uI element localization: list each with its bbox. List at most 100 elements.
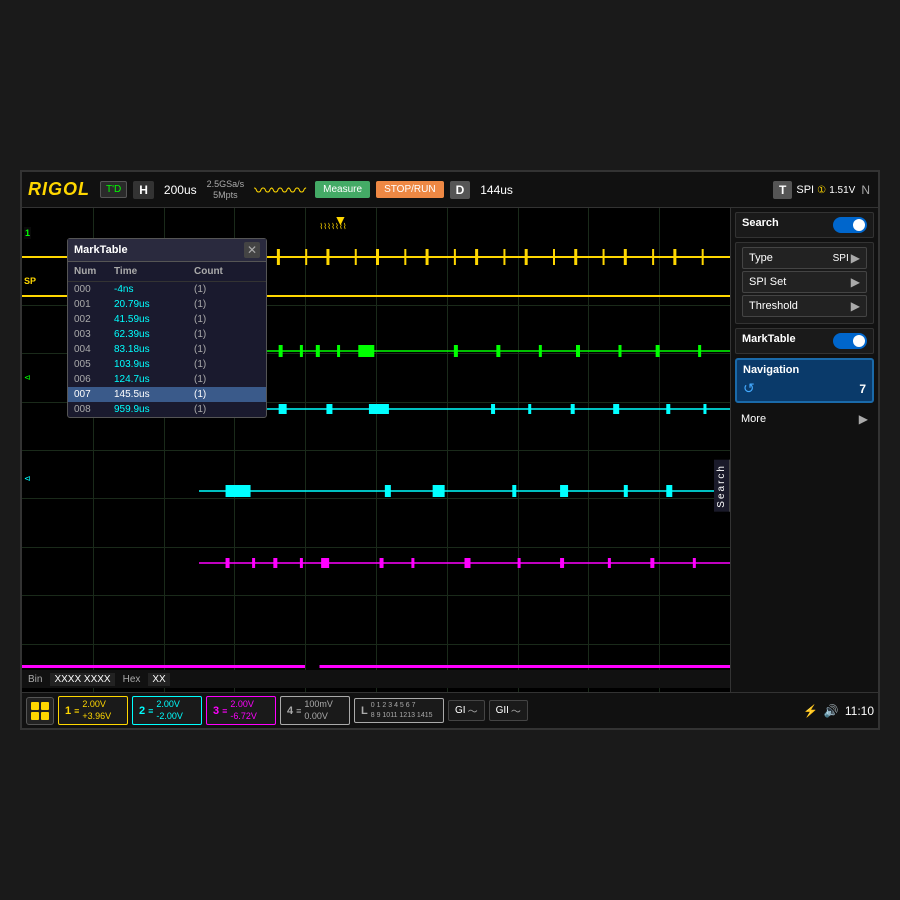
search-vertical-text: Search [714,460,730,512]
ch1-info[interactable]: 1 ≡ 2.00V +3.96V [58,696,128,725]
mark-table-row[interactable]: 001 20.79us (1) [68,297,266,312]
spi-set-button[interactable]: SPI Set ▶ [742,271,867,293]
ch2-offset: -2.00V [156,711,183,723]
ch3-volt: 2.00V [230,699,257,711]
rigol-logo: RIGOL [28,179,90,200]
mark-cell-num: 002 [72,312,112,327]
ch1-number: 1 [65,705,71,717]
ch4-volt: 100mV [304,699,333,711]
bottom-bar: 1 ≡ 2.00V +3.96V 2 ≡ 2.00V -2.00V 3 ≡ 2.… [22,692,878,728]
ch3-wave-icon: ≡ [222,706,227,716]
gii-wave-icon: 〜 [511,703,521,718]
grid-cell-3 [31,712,39,720]
mark-cell-count: (1) [192,327,252,342]
mark-cell-num: 000 [72,282,112,297]
grid-cell-2 [41,702,49,710]
mark-cell-time: 62.39us [112,327,192,342]
search-vertical-tab: Search [714,208,730,730]
type-section: Type SPI ▶ SPI Set ▶ Threshold ▶ [735,242,874,324]
mark-table: MarkTable ✕ Num Time Count 000 -4ns (1) … [67,238,267,418]
usb-icon: ⚡ [803,704,818,718]
gii-button[interactable]: GII 〜 [489,700,528,721]
cyan-trace-1 [199,402,730,414]
mark-cell-num: 003 [72,327,112,342]
sample-info: 2.5GSa/s 5Mpts [207,179,245,201]
mark-table-columns: Num Time Count [68,262,266,282]
ch4-values: 100mV 0.00V [304,699,333,722]
search-section: Search [735,212,874,238]
hex-label: Hex [123,674,141,685]
ch2-number: 2 [139,705,145,717]
ch3-number: 3 [213,705,219,717]
type-button[interactable]: Type SPI ▶ [742,247,867,269]
threshold-button[interactable]: Threshold ▶ [742,295,867,317]
mark-table-row[interactable]: 005 103.9us (1) [68,357,266,372]
gi-label: GI [455,705,466,716]
ch1-indicator: 1 [24,227,31,239]
mark-cell-count: (1) [192,297,252,312]
ch2-values: 2.00V -2.00V [156,699,183,722]
measure-button[interactable]: Measure [315,181,370,198]
mark-cell-time: 103.9us [112,357,192,372]
ch2-indicator: ⊲ [24,373,31,382]
mark-cell-count: (1) [192,342,252,357]
ch3-values: 2.00V -6.72V [230,699,257,722]
ch3-info[interactable]: 3 ≡ 2.00V -6.72V [206,696,276,725]
marktable-toggle[interactable] [833,333,867,349]
status-row: ⚡ 🔊 11:10 [803,704,874,718]
d-label: D [450,181,471,199]
time-display: 11:10 [845,704,874,718]
col-time-header: Time [112,264,192,279]
mark-table-row[interactable]: 006 124.7us (1) [68,372,266,387]
t-section: T SPI ① 1.51V N [773,181,872,199]
grid-menu-button[interactable] [26,697,54,725]
ch1-values: 2.00V +3.96V [82,699,111,722]
gi-button[interactable]: GI 〜 [448,700,485,721]
mark-cell-num: 001 [72,297,112,312]
type-arrow-icon: ▶ [851,251,860,265]
mark-table-row[interactable]: 003 62.39us (1) [68,327,266,342]
navigation-number: 7 [859,382,866,396]
l-info[interactable]: L 0 1 2 3 4 5 6 7 8 9 1011 1213 1415 [354,698,444,722]
ch1-volt: 2.00V [82,699,111,711]
t-label: T [773,181,792,199]
mark-table-rows: 000 -4ns (1) 001 20.79us (1) 002 41.59us… [68,282,266,417]
l-digits-row2: 8 9 1011 1213 1415 [371,711,433,720]
mark-cell-num: 007 [72,387,112,402]
search-toggle[interactable] [833,217,867,233]
mark-cell-time: 145.5us [112,387,192,402]
mark-table-row[interactable]: 007 145.5us (1) [68,387,266,402]
mark-table-close-button[interactable]: ✕ [244,242,260,258]
mark-table-row[interactable]: 000 -4ns (1) [68,282,266,297]
waveform-display: SP 1 ⊲ ⊲ [22,208,730,692]
mark-table-row[interactable]: 008 959.9us (1) [68,402,266,417]
threshold-arrow-icon: ▶ [851,299,860,313]
grid-cell-4 [41,712,49,720]
mark-cell-num: 008 [72,402,112,417]
ch2-info[interactable]: 2 ≡ 2.00V -2.00V [132,696,202,725]
mark-table-row[interactable]: 004 83.18us (1) [68,342,266,357]
ch4-wave-icon: ≡ [296,706,301,716]
stop-run-button[interactable]: STOP/RUN [376,181,444,198]
navigation-icon: ↺ [743,380,755,397]
marktable-label: MarkTable [742,333,796,345]
ch2-wave-icon: ≡ [148,706,153,716]
ch3-offset: -6.72V [230,711,257,723]
mark-cell-time: 124.7us [112,372,192,387]
navigation-section: Navigation ↺ 7 [735,358,874,403]
ch4-info[interactable]: 4 ≡ 100mV 0.00V [280,696,350,725]
mark-cell-count: (1) [192,372,252,387]
mark-cell-time: 959.9us [112,402,192,417]
more-button[interactable]: More ▶ [735,409,874,429]
mark-cell-time: 83.18us [112,342,192,357]
mark-cell-time: 41.59us [112,312,192,327]
mark-table-row[interactable]: 002 41.59us (1) [68,312,266,327]
ch-sp-label: SP [24,276,36,286]
spi-set-label: SPI Set [749,276,786,288]
ch2-volt: 2.00V [156,699,183,711]
bin-label: Bin [28,674,42,685]
spi-set-arrow-icon: ▶ [851,275,860,289]
more-label: More [741,413,766,425]
cyan-trace-2 [199,484,730,498]
magenta-trace [199,556,730,568]
